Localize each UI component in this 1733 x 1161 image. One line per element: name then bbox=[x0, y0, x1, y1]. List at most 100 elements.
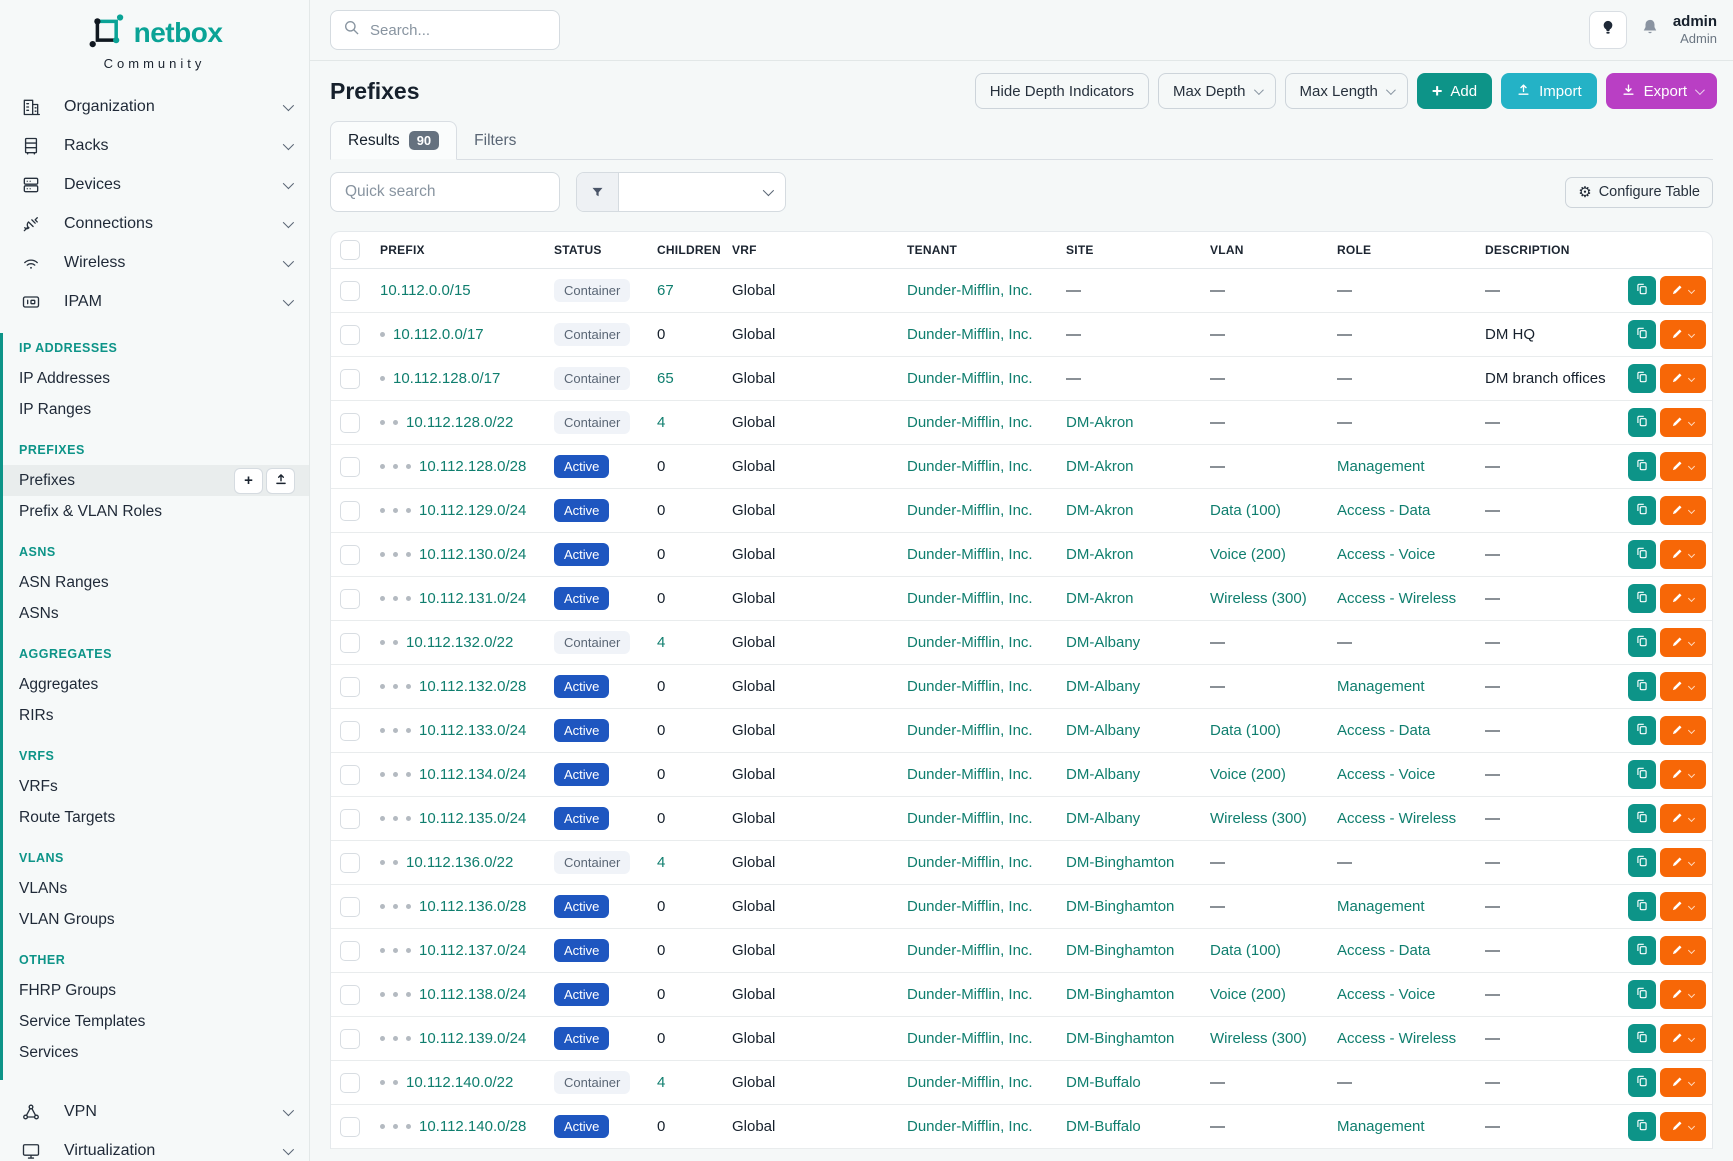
prefix-link[interactable]: 10.112.140.0/28 bbox=[419, 1118, 526, 1135]
edit-button[interactable] bbox=[1660, 716, 1706, 745]
row-checkbox[interactable] bbox=[340, 325, 360, 345]
theme-toggle-button[interactable] bbox=[1589, 11, 1627, 49]
clone-button[interactable] bbox=[1628, 716, 1656, 745]
edit-button[interactable] bbox=[1660, 276, 1706, 305]
tenant-link[interactable]: Dunder-Mifflin, Inc. bbox=[907, 766, 1033, 783]
edit-button[interactable] bbox=[1660, 540, 1706, 569]
site-link[interactable]: DM-Akron bbox=[1066, 546, 1134, 563]
sidebar-item-asn-ranges[interactable]: ASN Ranges bbox=[3, 567, 309, 598]
edit-button[interactable] bbox=[1660, 452, 1706, 481]
edit-button[interactable] bbox=[1660, 892, 1706, 921]
edit-button[interactable] bbox=[1660, 1024, 1706, 1053]
role-link[interactable]: Access - Data bbox=[1337, 942, 1430, 959]
tenant-link[interactable]: Dunder-Mifflin, Inc. bbox=[907, 370, 1033, 387]
prefix-link[interactable]: 10.112.128.0/22 bbox=[406, 414, 513, 431]
clone-button[interactable] bbox=[1628, 892, 1656, 921]
row-checkbox[interactable] bbox=[340, 633, 360, 653]
vlan-link[interactable]: Data (100) bbox=[1210, 942, 1281, 959]
vlan-link[interactable]: Wireless (300) bbox=[1210, 810, 1307, 827]
children-count-link[interactable]: 65 bbox=[657, 370, 674, 387]
row-checkbox[interactable] bbox=[340, 765, 360, 785]
site-link[interactable]: DM-Binghamton bbox=[1066, 986, 1174, 1003]
edit-button[interactable] bbox=[1660, 936, 1706, 965]
sidebar-item-racks[interactable]: Racks bbox=[0, 126, 309, 165]
tenant-link[interactable]: Dunder-Mifflin, Inc. bbox=[907, 1118, 1033, 1135]
edit-button[interactable] bbox=[1660, 760, 1706, 789]
sidebar-item-route-targets[interactable]: Route Targets bbox=[3, 802, 309, 833]
tenant-link[interactable]: Dunder-Mifflin, Inc. bbox=[907, 1030, 1033, 1047]
children-count-link[interactable]: 4 bbox=[657, 634, 665, 651]
row-checkbox[interactable] bbox=[340, 853, 360, 873]
clone-button[interactable] bbox=[1628, 496, 1656, 525]
tenant-link[interactable]: Dunder-Mifflin, Inc. bbox=[907, 414, 1033, 431]
max-depth-button[interactable]: Max Depth bbox=[1158, 73, 1276, 109]
clone-button[interactable] bbox=[1628, 540, 1656, 569]
edit-button[interactable] bbox=[1660, 672, 1706, 701]
max-length-button[interactable]: Max Length bbox=[1285, 73, 1408, 109]
sidebar-item-ip-ranges[interactable]: IP Ranges bbox=[3, 394, 309, 425]
vlan-link[interactable]: Data (100) bbox=[1210, 722, 1281, 739]
edit-button[interactable] bbox=[1660, 496, 1706, 525]
column-header-children[interactable]: CHILDREN bbox=[657, 243, 732, 257]
sidebar-item-wireless[interactable]: Wireless bbox=[0, 243, 309, 282]
edit-button[interactable] bbox=[1660, 1112, 1706, 1141]
prefix-link[interactable]: 10.112.136.0/22 bbox=[406, 854, 513, 871]
quick-add-prefix-button[interactable]: + bbox=[234, 468, 263, 494]
column-header-site[interactable]: SITE bbox=[1066, 243, 1210, 257]
sidebar-item-rirs[interactable]: RIRs bbox=[3, 700, 309, 731]
column-header-prefix[interactable]: PREFIX bbox=[371, 243, 554, 257]
row-checkbox[interactable] bbox=[340, 721, 360, 741]
tenant-link[interactable]: Dunder-Mifflin, Inc. bbox=[907, 986, 1033, 1003]
tenant-link[interactable]: Dunder-Mifflin, Inc. bbox=[907, 282, 1033, 299]
sidebar-item-prefixes[interactable]: Prefixes + bbox=[3, 465, 309, 496]
clone-button[interactable] bbox=[1628, 276, 1656, 305]
clone-button[interactable] bbox=[1628, 1024, 1656, 1053]
tenant-link[interactable]: Dunder-Mifflin, Inc. bbox=[907, 634, 1033, 651]
select-all-checkbox[interactable] bbox=[340, 240, 360, 260]
sidebar-item-connections[interactable]: Connections bbox=[0, 204, 309, 243]
column-header-status[interactable]: STATUS bbox=[554, 243, 657, 257]
column-header-desc[interactable]: DESCRIPTION bbox=[1485, 243, 1628, 257]
edit-button[interactable] bbox=[1660, 584, 1706, 613]
tenant-link[interactable]: Dunder-Mifflin, Inc. bbox=[907, 722, 1033, 739]
prefix-link[interactable]: 10.112.128.0/28 bbox=[419, 458, 526, 475]
prefix-link[interactable]: 10.112.133.0/24 bbox=[419, 722, 526, 739]
edit-button[interactable] bbox=[1660, 980, 1706, 1009]
netbox-logo[interactable]: netbox bbox=[0, 12, 309, 53]
notifications-button[interactable] bbox=[1640, 17, 1660, 43]
row-checkbox[interactable] bbox=[340, 545, 360, 565]
children-count-link[interactable]: 4 bbox=[657, 1074, 665, 1091]
sidebar-item-organization[interactable]: Organization bbox=[0, 87, 309, 126]
site-link[interactable]: DM-Akron bbox=[1066, 590, 1134, 607]
prefix-link[interactable]: 10.112.137.0/24 bbox=[419, 942, 526, 959]
prefix-link[interactable]: 10.112.134.0/24 bbox=[419, 766, 526, 783]
column-header-vlan[interactable]: VLAN bbox=[1210, 243, 1337, 257]
clone-button[interactable] bbox=[1628, 320, 1656, 349]
sidebar-item-aggregates[interactable]: Aggregates bbox=[3, 669, 309, 700]
site-link[interactable]: DM-Binghamton bbox=[1066, 898, 1174, 915]
configure-table-button[interactable]: ⚙ Configure Table bbox=[1565, 177, 1713, 208]
clone-button[interactable] bbox=[1628, 452, 1656, 481]
sidebar-item-asns[interactable]: ASNs bbox=[3, 598, 309, 629]
sidebar-item-vpn[interactable]: VPN bbox=[0, 1092, 309, 1131]
edit-button[interactable] bbox=[1660, 628, 1706, 657]
site-link[interactable]: DM-Akron bbox=[1066, 502, 1134, 519]
role-link[interactable]: Access - Data bbox=[1337, 502, 1430, 519]
prefix-link[interactable]: 10.112.129.0/24 bbox=[419, 502, 526, 519]
row-checkbox[interactable] bbox=[340, 1029, 360, 1049]
row-checkbox[interactable] bbox=[340, 281, 360, 301]
children-count-link[interactable]: 67 bbox=[657, 282, 674, 299]
role-link[interactable]: Access - Wireless bbox=[1337, 810, 1456, 827]
edit-button[interactable] bbox=[1660, 804, 1706, 833]
sidebar-item-services[interactable]: Services bbox=[3, 1037, 309, 1068]
clone-button[interactable] bbox=[1628, 364, 1656, 393]
role-link[interactable]: Access - Wireless bbox=[1337, 1030, 1456, 1047]
sidebar-item-fhrp-groups[interactable]: FHRP Groups bbox=[3, 975, 309, 1006]
prefix-link[interactable]: 10.112.140.0/22 bbox=[406, 1074, 513, 1091]
edit-button[interactable] bbox=[1660, 408, 1706, 437]
row-checkbox[interactable] bbox=[340, 501, 360, 521]
row-checkbox[interactable] bbox=[340, 589, 360, 609]
vlan-link[interactable]: Voice (200) bbox=[1210, 986, 1286, 1003]
role-link[interactable]: Management bbox=[1337, 678, 1425, 695]
site-link[interactable]: DM-Binghamton bbox=[1066, 1030, 1174, 1047]
